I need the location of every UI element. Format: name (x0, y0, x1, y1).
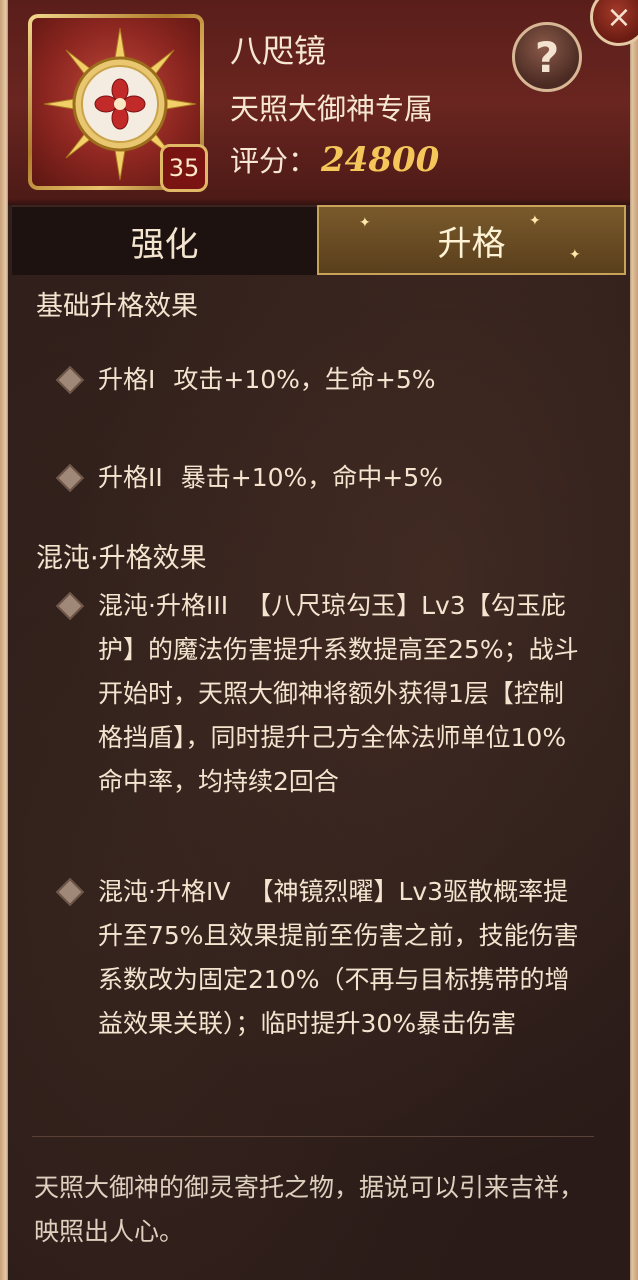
item-level-badge: 35 (160, 144, 208, 192)
divider (32, 1136, 594, 1137)
diamond-bullet-icon (55, 591, 85, 621)
item-name: 八咫镜 (230, 32, 327, 70)
sparkle-icon: ✦ (569, 247, 581, 263)
tab-bar: 强化 升格 ✦ ✦ ✦ (12, 205, 626, 275)
tab-ascend-label: 升格 (437, 223, 506, 264)
flavor-text: 天照大御神的御灵寄托之物，据说可以引来吉祥，映照出人心。 (34, 1173, 585, 1246)
diamond-bullet-icon (55, 463, 85, 493)
sparkle-icon: ✦ (529, 213, 541, 229)
basic-ascension-title: 基础升格效果 (36, 291, 198, 322)
diamond-bullet-icon (55, 365, 85, 395)
score-label: 评分： (230, 144, 318, 178)
item-score: 评分： 24800 (230, 138, 439, 180)
sparkle-icon: ✦ (359, 215, 371, 231)
tab-enhance[interactable]: 强化 (12, 205, 317, 275)
ascension-name: 混沌·升格III (98, 591, 229, 620)
chaos-ascension-title: 混沌·升格效果 (36, 543, 207, 574)
diamond-bullet-icon (55, 877, 85, 907)
item-exclusive-label: 天照大御神专属 (230, 92, 434, 126)
ascension-effect: 【八尺琼勾玉】Lv3【勾玉庇护】的魔法伤害提升系数提高至25%；战斗开始时，天照… (98, 591, 579, 796)
ascension-effect: 暴击+10%，命中+5% (180, 463, 443, 492)
ascension-name: 混沌·升格IV (98, 877, 231, 906)
help-button[interactable]: ? (512, 22, 582, 92)
chaos-ascension-item: 混沌·升格III 【八尺琼勾玉】Lv3【勾玉庇护】的魔法伤害提升系数提高至25%；… (55, 584, 586, 804)
basic-ascension-item: 升格II 暴击+10%，命中+5% (55, 456, 586, 500)
tab-ascend[interactable]: 升格 ✦ ✦ ✦ (317, 205, 626, 275)
ascension-effect: 攻击+10%，生命+5% (173, 365, 436, 394)
basic-ascension-item: 升格I 攻击+10%，生命+5% (55, 358, 586, 402)
chaos-ascension-item: 混沌·升格IV 【神镜烈曜】Lv3驱散概率提升至75%且效果提前至伤害之前，技能伤… (55, 870, 586, 1046)
ascension-name: 升格II (98, 463, 163, 492)
ascension-name: 升格I (98, 365, 156, 394)
score-value: 24800 (321, 140, 440, 180)
